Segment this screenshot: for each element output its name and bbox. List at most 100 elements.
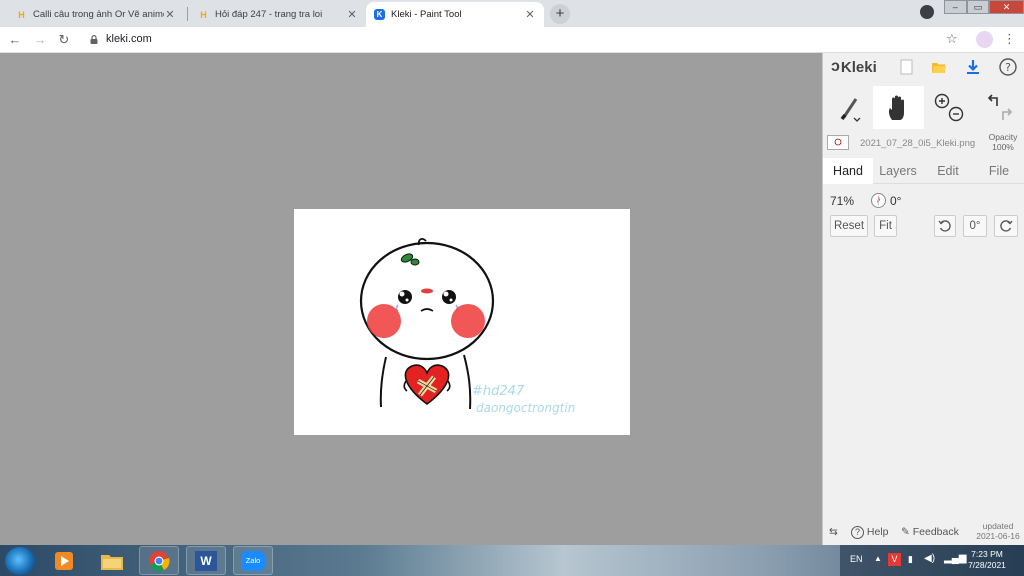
hand-icon <box>888 95 904 120</box>
url-field[interactable]: kleki.com <box>106 33 152 45</box>
swap-side-icon[interactable]: ⇆ <box>829 526 838 538</box>
tab-calli[interactable]: H Calli câu trong ảnh Or Vẽ anime ✕ <box>8 2 184 27</box>
help-label: Help <box>866 526 889 538</box>
rotate-left-icon <box>938 220 951 232</box>
forward-icon[interactable]: → <box>31 31 49 49</box>
system-tray: EN ▲ V ▮ ◀) ▂▄▆ 7:23 PM 7/28/2021 <box>840 545 1024 576</box>
volume-icon[interactable]: ◀) <box>924 553 935 564</box>
opacity-readout[interactable]: Opacity 100% <box>983 132 1023 152</box>
hand-tool[interactable] <box>873 86 924 129</box>
close-icon[interactable]: ✕ <box>346 8 358 21</box>
address-bar: ← → ↻ kleki.com ☆ ⋮ <box>0 27 1024 53</box>
rotate-right-icon <box>1000 220 1013 232</box>
show-hidden-icons-icon[interactable]: ▲ <box>874 554 882 563</box>
brush-icon <box>840 97 861 122</box>
canvas-workspace[interactable]: #hd247 daongoctrongtin <box>0 53 822 545</box>
extension-avatar-icon[interactable] <box>976 31 993 48</box>
watermark-line-2: daongoctrongtin <box>476 401 575 415</box>
system-clock[interactable]: 7:23 PM 7/28/2021 <box>962 549 1012 571</box>
file-info: 2021_07_28_0i5_Kleki.png Opacity 100% <box>823 131 1024 159</box>
fit-button[interactable]: Fit <box>874 215 897 237</box>
lock-icon[interactable] <box>90 35 98 44</box>
start-button[interactable] <box>5 547 35 575</box>
updated-label: updated <box>982 521 1014 531</box>
maximize-button[interactable]: ▭ <box>966 0 990 14</box>
undo-redo-tools[interactable] <box>977 86 1023 129</box>
feedback-link[interactable]: ✎ Feedback <box>901 526 959 538</box>
svg-text:?: ? <box>1005 61 1011 74</box>
back-icon[interactable]: ← <box>6 31 24 49</box>
tab-hoidap[interactable]: H Hỏi đáp 247 - trang tra loi ✕ <box>190 2 366 27</box>
zalo-label: Zalo <box>241 550 265 571</box>
kleki-logo[interactable]: ↄ Kleki <box>831 58 877 76</box>
tab-divider <box>187 7 188 21</box>
help-circle-icon[interactable]: ? <box>999 58 1017 76</box>
window-controls: – ▭ ✕ <box>944 0 1024 14</box>
file-name: 2021_07_28_0i5_Kleki.png <box>860 138 976 149</box>
tab-file[interactable]: File <box>973 158 1024 184</box>
close-icon[interactable]: ✕ <box>164 8 176 21</box>
kleki-header: ↄ Kleki ? <box>823 53 1024 81</box>
zoom-in-out-icon <box>934 93 964 121</box>
zoom-tools[interactable] <box>927 86 971 129</box>
new-image-icon[interactable] <box>899 59 915 75</box>
help-link[interactable]: ? Help <box>851 526 889 539</box>
opacity-value: 100% <box>992 142 1014 152</box>
kleki-tool-panel: ↄ Kleki ? 2021_07_28_0i5_Kleki.png Opaci… <box>822 53 1024 545</box>
tool-row <box>823 86 1024 129</box>
drawing-canvas[interactable]: #hd247 daongoctrongtin <box>294 209 630 435</box>
tab-kleki[interactable]: K Kleki - Paint Tool ✕ <box>366 2 544 27</box>
word-label: W <box>195 550 217 571</box>
tab-hand[interactable]: Hand <box>823 158 873 184</box>
new-tab-button[interactable]: + <box>550 4 570 24</box>
help-circle-icon: ? <box>851 526 864 539</box>
antivirus-icon[interactable]: V <box>888 553 901 566</box>
hoidap-icon: H <box>200 9 207 20</box>
zoom-level: 71% <box>830 194 855 208</box>
language-indicator[interactable]: EN <box>850 554 863 564</box>
rotate-left-button[interactable] <box>934 215 956 237</box>
word-icon[interactable]: W <box>186 546 226 575</box>
battery-icon[interactable]: ▮ <box>908 554 913 565</box>
browser-menu-icon[interactable]: ⋮ <box>1003 31 1016 47</box>
compass-icon[interactable] <box>871 193 886 208</box>
updated-info: updated 2021-06-16 <box>973 521 1023 541</box>
panel-tabs: Hand Layers Edit File <box>823 158 1024 184</box>
hoidap-icon: H <box>18 9 25 20</box>
updated-date: 2021-06-16 <box>976 531 1020 541</box>
media-player-icon[interactable] <box>44 546 84 575</box>
zalo-icon[interactable]: Zalo <box>233 546 273 575</box>
rotate-right-button[interactable] <box>994 215 1018 237</box>
download-icon[interactable] <box>965 59 981 75</box>
tab-layers[interactable]: Layers <box>873 158 923 184</box>
panel-footer: ⇆ ? Help ✎ Feedback updated 2021-06-16 <box>823 521 1024 545</box>
close-icon[interactable]: ✕ <box>524 8 536 21</box>
tab-title: Calli câu trong ảnh Or Vẽ anime <box>33 9 164 20</box>
clock-date: 7/28/2021 <box>968 560 1006 570</box>
windows-taskbar: W Zalo EN ▲ V ▮ ◀) ▂▄▆ 7:23 PM 7/28/2021 <box>0 545 1024 576</box>
file-thumbnail[interactable] <box>827 135 849 150</box>
reset-button[interactable]: Reset <box>830 215 868 237</box>
clock-time: 7:23 PM <box>971 549 1003 559</box>
brush-tool[interactable] <box>825 86 873 129</box>
tab-edit[interactable]: Edit <box>923 158 973 184</box>
rotation-angle: 0° <box>890 194 902 208</box>
browser-tab-bar: H Calli câu trong ảnh Or Vẽ anime ✕ H Hỏ… <box>0 0 1024 27</box>
tab-title: Hỏi đáp 247 - trang tra loi <box>215 9 323 20</box>
bookmark-star-icon[interactable]: ☆ <box>946 31 958 47</box>
profile-icon[interactable] <box>920 5 934 19</box>
reload-icon[interactable]: ↻ <box>55 31 73 49</box>
rotation-reset-button[interactable]: 0° <box>963 215 987 237</box>
chrome-icon[interactable] <box>139 546 179 575</box>
kleki-icon: K <box>374 9 385 20</box>
file-explorer-icon[interactable] <box>92 546 132 575</box>
kleki-logo-icon: ↄ <box>831 58 840 75</box>
minimize-button[interactable]: – <box>944 0 967 14</box>
open-folder-icon[interactable] <box>931 59 947 75</box>
opacity-label: Opacity <box>988 132 1018 142</box>
view-status-row: 71% 0° <box>823 191 1024 211</box>
close-window-button[interactable]: ✕ <box>989 0 1024 14</box>
undo-redo-icon <box>987 93 1013 120</box>
tab-title: Kleki - Paint Tool <box>391 9 462 20</box>
view-buttons: Reset Fit 0° <box>823 215 1024 239</box>
